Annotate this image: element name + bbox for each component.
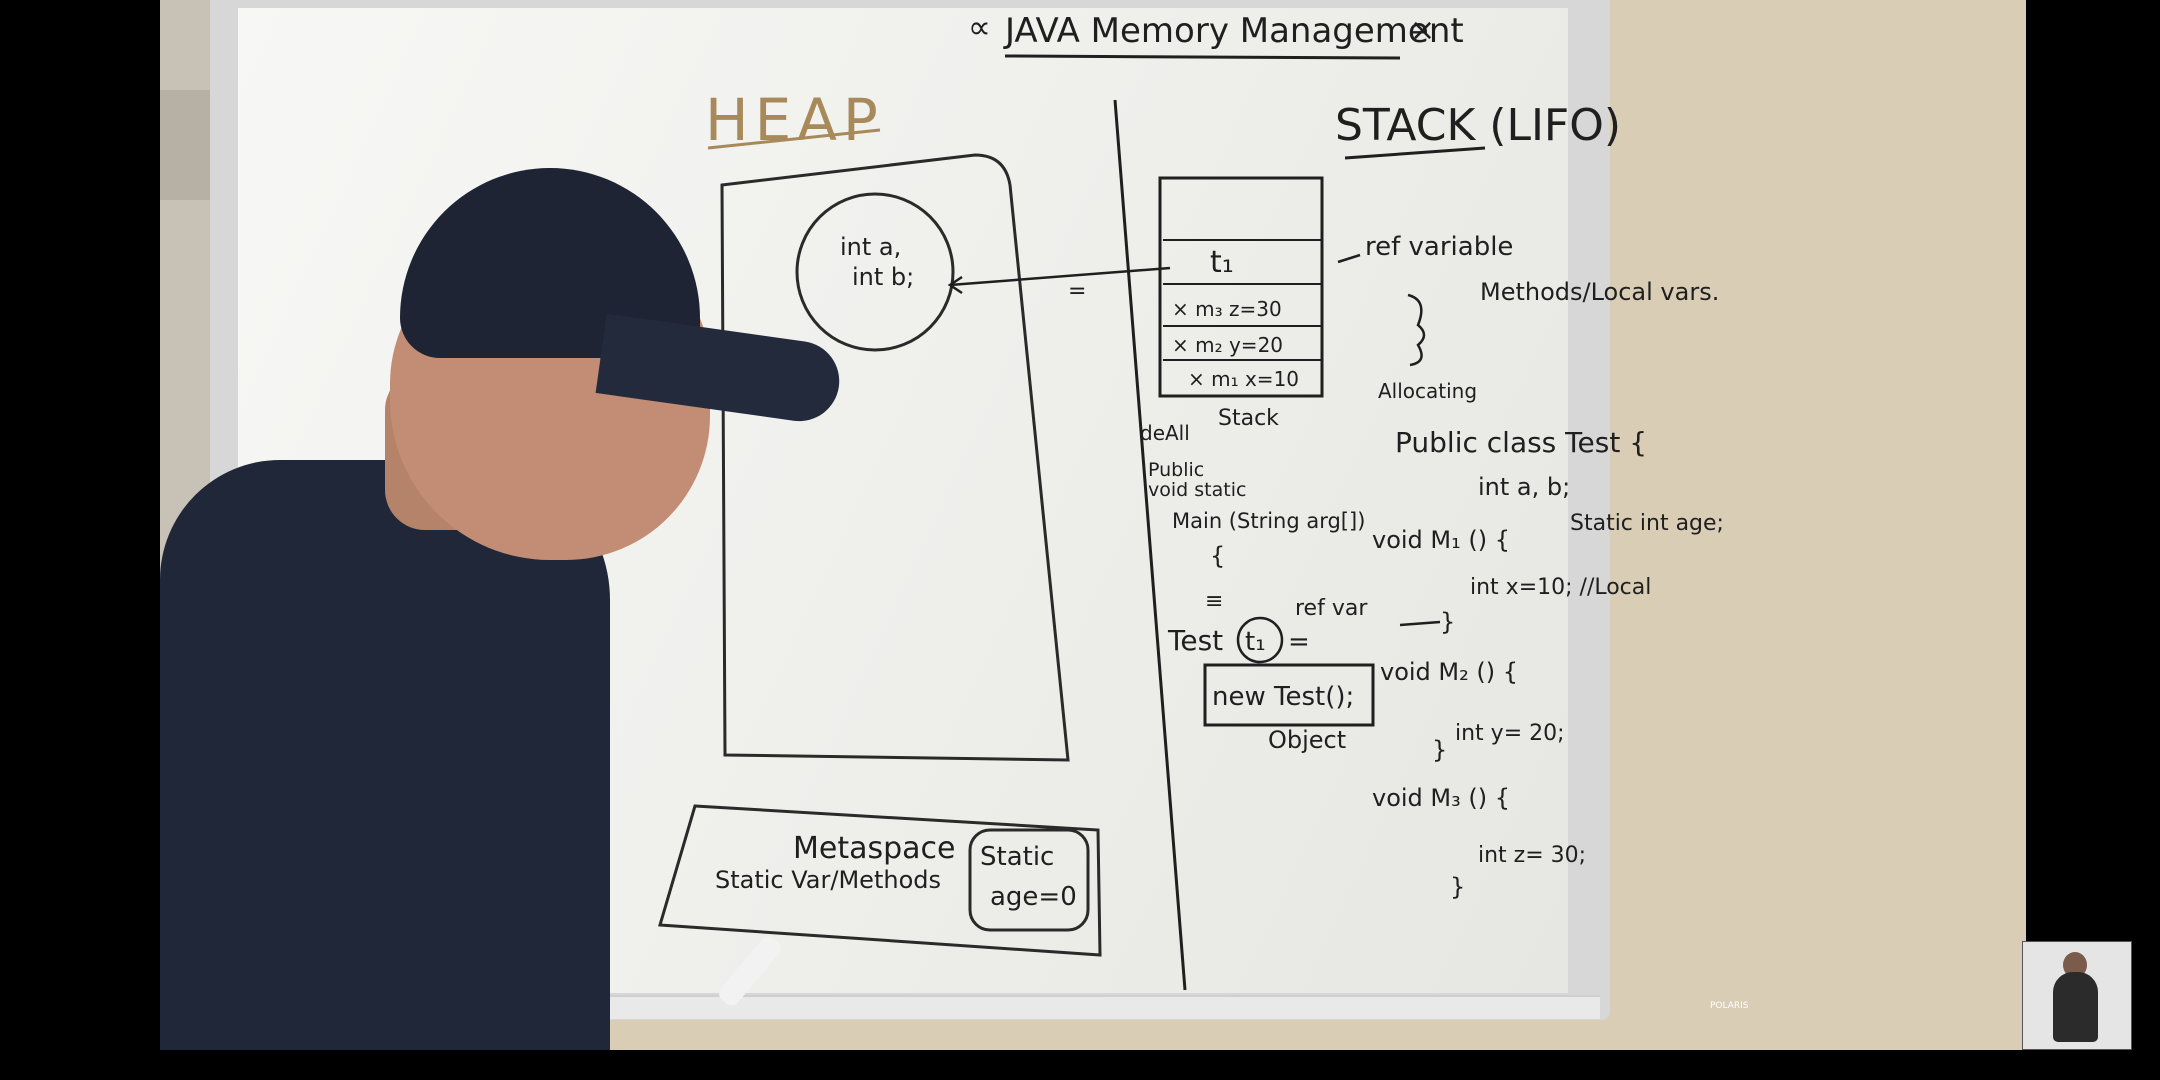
ref-var-note: ref var: [1295, 596, 1368, 621]
class-code: Public class Test { int a, b; Static int…: [1372, 426, 1724, 901]
class-line-3: Static int age;: [1570, 511, 1724, 536]
deallocate-label: deAll: [1140, 421, 1190, 445]
heap-object-field-b: int b;: [852, 263, 914, 291]
main-line-3: Main (String arg[]): [1172, 509, 1365, 533]
metaspace-label: Metaspace: [793, 831, 956, 866]
heap-object-field-a: int a,: [840, 233, 901, 261]
title-mark-left: ∝: [968, 8, 991, 46]
class-line-6: }: [1440, 608, 1455, 636]
new-expression: new Test();: [1212, 682, 1354, 712]
stack-cell-ref: t₁: [1210, 245, 1234, 280]
class-line-1: Public class Test {: [1395, 426, 1647, 459]
class-line-10: void M₃ () {: [1372, 784, 1510, 812]
object-label: Object: [1268, 726, 1346, 754]
stack-cell-m2: × m₂ y=20: [1172, 333, 1283, 357]
ref-variable-label: ref variable: [1365, 232, 1513, 262]
methods-local-label: Methods/Local vars.: [1480, 278, 1719, 306]
title-mark-right: ×: [1410, 13, 1435, 48]
main-ref: t₁: [1245, 627, 1266, 657]
main-line-4: {: [1210, 542, 1225, 570]
static-label: Static: [980, 842, 1054, 872]
divider-line: [1113, 99, 1187, 991]
main-line-1: Public: [1148, 459, 1204, 481]
class-line-12: }: [1450, 873, 1465, 901]
class-line-4: void M₁ () {: [1372, 526, 1510, 554]
stack-label: Stack: [1218, 406, 1279, 431]
class-line-7: void M₂ () {: [1380, 658, 1518, 686]
tray-brand: POLARIS: [1710, 1001, 1749, 1011]
equals-mark: =: [1068, 279, 1086, 304]
main-statement: Test: [1167, 624, 1223, 657]
stack-cell-m3: × m₃ z=30: [1172, 297, 1282, 321]
webcam-thumbnail: [2022, 941, 2132, 1050]
main-equals: =: [1288, 627, 1310, 657]
stack-cell-m1: × m₁ x=10: [1188, 367, 1299, 391]
static-age-value: age=0: [990, 882, 1077, 912]
class-line-8: int y= 20;: [1455, 721, 1565, 746]
class-line-2: int a, b;: [1478, 473, 1570, 501]
main-line-5: ≡: [1205, 589, 1223, 614]
heap-label: HEAP: [705, 86, 884, 154]
stack-table: t₁ × m₃ z=30 × m₂ y=20 × m₁ x=10: [1158, 176, 1324, 398]
board-title: JAVA Memory Management: [1003, 11, 1464, 51]
stack-heading: STACK (LIFO): [1335, 100, 1621, 151]
class-line-9: }: [1432, 736, 1447, 764]
class-line-11: int z= 30;: [1478, 843, 1586, 868]
main-line-2: void static: [1148, 479, 1246, 501]
class-line-5: int x=10; //Local: [1470, 575, 1651, 600]
allocating-label: Allocating: [1378, 379, 1477, 403]
metaspace-sub-label: Static Var/Methods: [715, 866, 941, 894]
